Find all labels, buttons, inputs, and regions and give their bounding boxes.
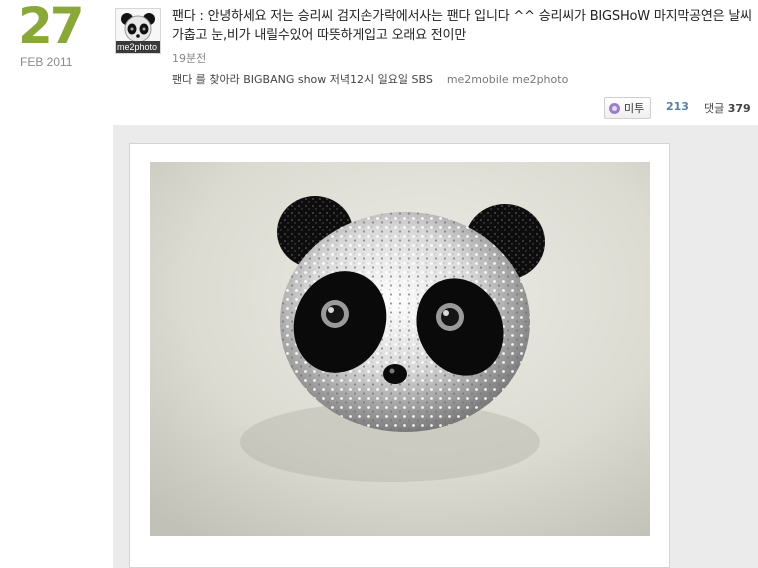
- date-month-year: FEB 2011: [20, 55, 73, 69]
- panda-ring-photo[interactable]: [150, 162, 650, 536]
- post-time[interactable]: 19분전: [172, 50, 206, 66]
- metoo-button[interactable]: 미투: [604, 97, 652, 119]
- date-day: 27: [18, 0, 85, 55]
- metoo-label: 미투: [624, 102, 645, 115]
- comments-link[interactable]: 댓글 379: [704, 100, 751, 116]
- post-text: 팬다 : 안녕하세요 저는 승리씨 검지손가락에서사는 팬다 입니다 ^^ 승리…: [172, 9, 752, 43]
- post-meta: 팬다 를 찾아라 BIGBANG show 저녁12시 일요일 SBS me2mo…: [172, 71, 568, 87]
- metoo-count[interactable]: 213: [666, 100, 689, 113]
- comment-label: 댓글: [704, 102, 725, 115]
- panda-avatar-icon: [121, 13, 155, 43]
- app-links[interactable]: me2mobile me2photo: [447, 73, 569, 86]
- post-tags[interactable]: 팬다 를 찾아라 BIGBANG show 저녁12시 일요일 SBS: [172, 73, 433, 86]
- avatar-label: me2photo: [116, 41, 160, 53]
- avatar[interactable]: me2photo: [115, 8, 161, 54]
- comment-count: 379: [727, 102, 751, 115]
- metoo-icon: [609, 102, 620, 114]
